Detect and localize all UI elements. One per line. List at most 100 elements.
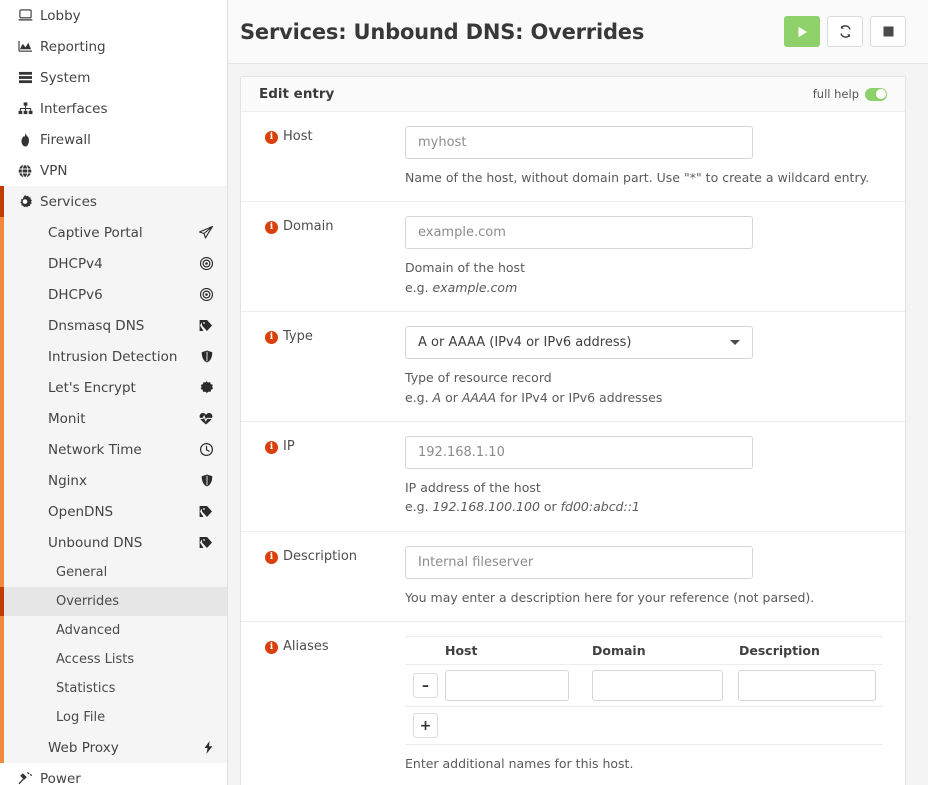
type-help-suffix: for IPv4 or IPv6 addresses <box>496 389 663 405</box>
sidebar-item-label: Nginx <box>48 472 87 489</box>
ip-input[interactable] <box>405 435 753 469</box>
sidebar-item-network-time[interactable]: Network Time <box>0 434 227 465</box>
sidebar-item-unbound-general[interactable]: General <box>0 558 227 587</box>
sidebar-item-unbound-overrides[interactable]: Overrides <box>0 587 227 616</box>
sidebar-item-captive-portal[interactable]: Captive Portal <box>0 217 227 248</box>
info-icon[interactable]: i <box>265 331 278 345</box>
shield-icon <box>195 474 213 487</box>
alias-host-input[interactable] <box>445 670 569 701</box>
sidebar-item-vpn[interactable]: VPN <box>0 155 227 186</box>
aliases-table-header: Host Domain Description <box>405 637 883 665</box>
page-header: Services: Unbound DNS: Overrides <box>228 0 928 64</box>
sidebar-item-label: Reporting <box>40 38 106 55</box>
domain-label: Domain <box>283 219 334 235</box>
ip-help-line1: IP address of the host <box>405 479 541 495</box>
ip-label: IP <box>283 438 295 454</box>
sidebar-item-intrusion-detection[interactable]: Intrusion Detection <box>0 341 227 372</box>
sidebar-item-system[interactable]: System <box>0 62 227 93</box>
sidebar-item-lets-encrypt[interactable]: Let's Encrypt <box>0 372 227 403</box>
sidebar-item-label: General <box>56 565 108 580</box>
sidebar-item-label: Access Lists <box>56 652 135 667</box>
type-help-line1: Type of resource record <box>405 370 552 386</box>
service-controls <box>784 16 906 47</box>
aliases-help: Enter additional names for this host. <box>405 756 634 771</box>
sidebar-item-power[interactable]: Power <box>0 763 227 785</box>
alias-domain-input[interactable] <box>592 670 723 701</box>
ip-help-mid: or <box>539 499 561 515</box>
sidebar-item-nginx[interactable]: Nginx <box>0 465 227 496</box>
host-input[interactable] <box>405 126 753 159</box>
domain-label-wrap: i Domain <box>241 216 405 297</box>
ip-help-prefix: e.g. <box>405 499 433 515</box>
panel-header: Edit entry full help <box>241 77 905 112</box>
sidebar-item-services[interactable]: Services <box>0 186 227 217</box>
sidebar-item-unbound-statistics[interactable]: Statistics <box>0 674 227 703</box>
sidebar-item-label: Captive Portal <box>48 224 143 241</box>
type-help-mid: or <box>441 389 462 405</box>
sidebar-item-dhcpv4[interactable]: DHCPv4 <box>0 248 227 279</box>
form-row-aliases: i Aliases Host Domain Description – + En… <box>241 622 905 785</box>
form-row-host: i Host Name of the host, without domain … <box>241 112 905 203</box>
sidebar-item-reporting[interactable]: Reporting <box>0 31 227 62</box>
sidebar-item-web-proxy[interactable]: Web Proxy <box>0 732 227 763</box>
aliases-column-host: Host <box>445 643 478 658</box>
info-icon[interactable]: i <box>265 550 278 564</box>
domain-help-line1: Domain of the host <box>405 260 525 276</box>
refresh-icon <box>839 25 852 38</box>
type-help: Type of resource record e.g. A or AAAA f… <box>405 368 887 407</box>
description-input[interactable] <box>405 545 753 579</box>
full-help-control[interactable]: full help <box>813 87 887 101</box>
certificate-icon <box>195 381 213 394</box>
type-label: Type <box>283 329 313 345</box>
ip-help-example-v6: fd00:abcd::1 <box>560 499 640 515</box>
remove-alias-button[interactable]: – <box>413 673 438 698</box>
sidebar-item-unbound-log-file[interactable]: Log File <box>0 703 227 732</box>
sidebar-item-lobby[interactable]: Lobby <box>0 0 227 31</box>
form-row-type: i Type A or AAAA (IPv4 or IPv6 address) … <box>241 312 905 422</box>
domain-help: Domain of the host e.g. example.com <box>405 258 887 297</box>
domain-input[interactable] <box>405 216 753 250</box>
play-icon <box>797 26 808 38</box>
info-icon[interactable]: i <box>265 440 278 454</box>
sidebar-item-label: Advanced <box>56 623 121 638</box>
sidebar-item-unbound-access-lists[interactable]: Access Lists <box>0 645 227 674</box>
ip-label-wrap: i IP <box>241 436 405 517</box>
sidebar-item-unbound-advanced[interactable]: Advanced <box>0 616 227 645</box>
sidebar-item-label: Services <box>40 193 97 210</box>
type-help-example-aaaa: AAAA <box>461 389 497 405</box>
host-body: Name of the host, without domain part. U… <box>405 126 905 187</box>
shield-icon <box>195 350 213 363</box>
sidebar-item-dnsmasq-dns[interactable]: Dnsmasq DNS <box>0 310 227 341</box>
sidebar-item-firewall[interactable]: Firewall <box>0 124 227 155</box>
restart-service-button[interactable] <box>827 16 863 47</box>
form-row-domain: i Domain Domain of the host e.g. example… <box>241 202 905 313</box>
panel-title: Edit entry <box>259 86 335 102</box>
ip-body: IP address of the host e.g. 192.168.100.… <box>405 435 905 517</box>
description-label-wrap: i Description <box>241 546 405 607</box>
full-help-toggle[interactable] <box>865 87 887 101</box>
info-icon[interactable]: i <box>265 131 278 144</box>
sidebar-item-monit[interactable]: Monit <box>0 403 227 434</box>
stop-service-button[interactable] <box>870 16 906 47</box>
sidebar-item-interfaces[interactable]: Interfaces <box>0 93 227 124</box>
form-row-description: i Description You may enter a descriptio… <box>241 532 905 622</box>
sidebar-item-opendns[interactable]: OpenDNS <box>0 496 227 527</box>
bolt-icon <box>195 741 213 754</box>
type-select[interactable]: A or AAAA (IPv4 or IPv6 address) <box>405 326 753 360</box>
aliases-label: Aliases <box>283 639 329 654</box>
sidebar-item-label: Intrusion Detection <box>48 348 178 365</box>
sidebar-item-label: Interfaces <box>40 100 108 117</box>
page-title: Services: Unbound DNS: Overrides <box>240 19 645 44</box>
info-icon[interactable]: i <box>265 641 278 654</box>
table-row: – <box>405 665 883 707</box>
description-body: You may enter a description here for you… <box>405 545 905 607</box>
info-icon[interactable]: i <box>265 221 278 235</box>
laptop-icon <box>12 9 38 22</box>
start-service-button[interactable] <box>784 16 820 47</box>
aliases-add-row: + <box>405 707 883 745</box>
add-alias-button[interactable]: + <box>413 713 438 738</box>
alias-description-input[interactable] <box>738 670 876 701</box>
host-label-wrap: i Host <box>241 126 405 187</box>
sidebar-item-dhcpv6[interactable]: DHCPv6 <box>0 279 227 310</box>
sidebar-item-unbound-dns[interactable]: Unbound DNS <box>0 527 227 558</box>
